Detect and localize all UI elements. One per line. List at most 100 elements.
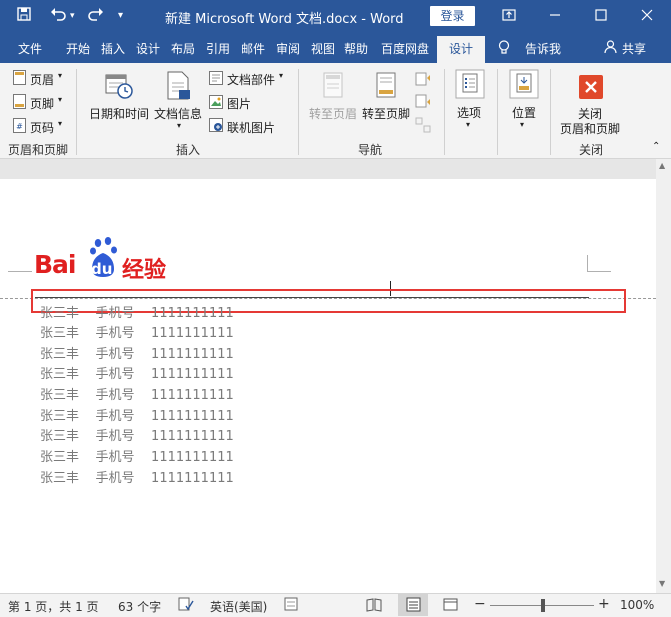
date-time-button[interactable]: 日期和时间 <box>89 105 149 122</box>
tab-review[interactable]: 审阅 <box>276 40 300 57</box>
online-picture-button[interactable]: 联机图片 <box>227 119 275 136</box>
list-item: 张三丰 手机号 1111111111 <box>40 450 234 465</box>
group-label-header-footer: 页眉和页脚 <box>8 143 69 157</box>
logo-bai-text: Bai <box>34 250 76 279</box>
language-status[interactable]: 英语(美国) <box>210 598 267 615</box>
share-button[interactable]: 共享 <box>622 40 646 57</box>
read-mode-icon[interactable] <box>366 597 382 615</box>
tab-view[interactable]: 视图 <box>311 40 335 57</box>
list-item: 张三丰 手机号 1111111111 <box>40 388 234 403</box>
position-icon <box>509 69 539 102</box>
customize-toolbar-icon[interactable]: ▾ <box>118 6 123 26</box>
tab-layout[interactable]: 布局 <box>171 40 195 57</box>
goto-header-icon <box>323 72 345 103</box>
scroll-up-icon[interactable]: ▲ <box>659 161 665 170</box>
close-header-footer-button-line2[interactable]: 页眉和页脚 <box>560 120 620 137</box>
tab-header-footer-design[interactable]: 设计 <box>437 36 486 63</box>
header-dropdown-icon[interactable]: ▾ <box>58 71 62 80</box>
ribbon-divider <box>497 69 498 155</box>
zoom-in-button[interactable]: + <box>598 596 610 612</box>
document-info-button[interactable]: 文档信息 <box>154 105 202 122</box>
list-item: 张三丰 手机号 1111111111 <box>40 367 234 382</box>
list-item: 张三丰 手机号 1111111111 <box>40 409 234 424</box>
undo-icon[interactable] <box>50 6 68 27</box>
zoom-level[interactable]: 100% <box>620 598 654 612</box>
save-icon[interactable] <box>16 6 32 27</box>
document-parts-dropdown-icon[interactable]: ▾ <box>279 71 283 80</box>
redo-icon[interactable] <box>86 6 104 27</box>
lightbulb-icon <box>498 40 510 58</box>
margin-corner-mark <box>8 271 32 272</box>
undo-dropdown-icon[interactable]: ▾ <box>70 6 75 26</box>
vertical-scrollbar[interactable]: ▲ ▼ <box>656 159 671 593</box>
goto-footer-button[interactable]: 转至页脚 <box>362 105 410 122</box>
close-window-icon[interactable] <box>624 4 670 28</box>
tab-help[interactable]: 帮助 <box>344 40 368 57</box>
document-page[interactable]: Bai du 经验 张三丰 手机号 1111111111 张三丰 手机号 111… <box>0 179 656 593</box>
proofing-icon[interactable] <box>178 597 194 615</box>
footer-icon <box>13 94 26 112</box>
baidu-jingyan-logo: Bai du 经验 <box>34 235 174 283</box>
goto-header-button[interactable]: 转至页眉 <box>309 105 357 122</box>
position-dropdown-icon[interactable]: ▾ <box>520 120 524 129</box>
date-time-icon <box>104 71 134 104</box>
page-number-dropdown-icon[interactable]: ▾ <box>58 119 62 128</box>
tab-references[interactable]: 引用 <box>206 40 230 57</box>
header-icon <box>13 70 26 88</box>
header-button[interactable]: 页眉 <box>30 71 54 88</box>
link-to-previous-icon[interactable] <box>415 117 431 136</box>
page-number-button[interactable]: 页码 <box>30 119 54 136</box>
web-layout-icon[interactable] <box>443 597 458 615</box>
list-item: 张三丰 手机号 1111111111 <box>40 347 234 362</box>
tab-home[interactable]: 开始 <box>66 40 90 57</box>
group-label-insert: 插入 <box>176 143 201 157</box>
tell-me-search[interactable]: 告诉我 <box>525 40 561 57</box>
zoom-out-button[interactable]: − <box>474 596 486 612</box>
tab-baidu-netdisk[interactable]: 百度网盘 <box>381 40 429 57</box>
ribbon-tabs: 文件 开始 插入 设计 布局 引用 邮件 审阅 视图 帮助 百度网盘 设计 告诉… <box>0 33 671 63</box>
word-count[interactable]: 63 个字 <box>118 598 161 615</box>
list-item: 张三丰 手机号 1111111111 <box>40 429 234 444</box>
zoom-slider-thumb[interactable] <box>541 599 545 612</box>
footer-dropdown-icon[interactable]: ▾ <box>58 95 62 104</box>
ribbon-divider <box>298 69 299 155</box>
document-info-dropdown-icon[interactable]: ▾ <box>177 121 181 130</box>
options-button[interactable]: 选项 <box>457 104 481 121</box>
print-layout-icon[interactable] <box>406 597 421 615</box>
document-parts-icon <box>209 71 223 88</box>
previous-section-icon[interactable] <box>415 70 431 89</box>
goto-footer-icon <box>376 72 398 103</box>
maximize-icon[interactable] <box>578 4 624 28</box>
tab-file[interactable]: 文件 <box>18 40 42 57</box>
margin-corner-mark <box>587 255 588 272</box>
position-button[interactable]: 位置 <box>512 104 536 121</box>
ribbon-divider <box>76 69 77 155</box>
close-header-footer-icon <box>579 75 603 102</box>
online-picture-icon <box>209 118 223 135</box>
document-info-icon <box>166 71 192 104</box>
collapse-ribbon-icon[interactable]: ⌃ <box>652 141 660 152</box>
minimize-icon[interactable] <box>532 4 578 28</box>
options-dropdown-icon[interactable]: ▾ <box>466 120 470 129</box>
tab-insert[interactable]: 插入 <box>101 40 125 57</box>
scroll-down-icon[interactable]: ▼ <box>659 579 665 588</box>
group-label-close: 关闭 <box>579 143 604 157</box>
tab-mailings[interactable]: 邮件 <box>241 40 265 57</box>
list-item: 张三丰 手机号 1111111111 <box>40 306 234 321</box>
document-parts-button[interactable]: 文档部件 <box>227 71 275 88</box>
group-label-navigation: 导航 <box>358 143 383 157</box>
logo-jingyan-text: 经验 <box>122 258 167 283</box>
picture-button[interactable]: 图片 <box>227 95 251 112</box>
status-bar: 第 1 页，共 1 页 63 个字 英语(美国) − + 100% <box>0 593 671 617</box>
login-button[interactable]: 登录 <box>430 6 475 26</box>
ribbon-divider <box>444 69 445 155</box>
page-count[interactable]: 第 1 页，共 1 页 <box>8 598 99 615</box>
accessibility-icon[interactable] <box>284 597 300 615</box>
picture-icon <box>209 95 223 112</box>
page-number-icon: # <box>13 118 26 136</box>
footer-button[interactable]: 页脚 <box>30 95 54 112</box>
next-section-icon[interactable] <box>415 94 431 113</box>
document-area: Bai du 经验 张三丰 手机号 1111111111 张三丰 手机号 111… <box>0 159 671 593</box>
tab-design[interactable]: 设计 <box>136 40 160 57</box>
ribbon-display-options-icon[interactable] <box>486 4 532 28</box>
